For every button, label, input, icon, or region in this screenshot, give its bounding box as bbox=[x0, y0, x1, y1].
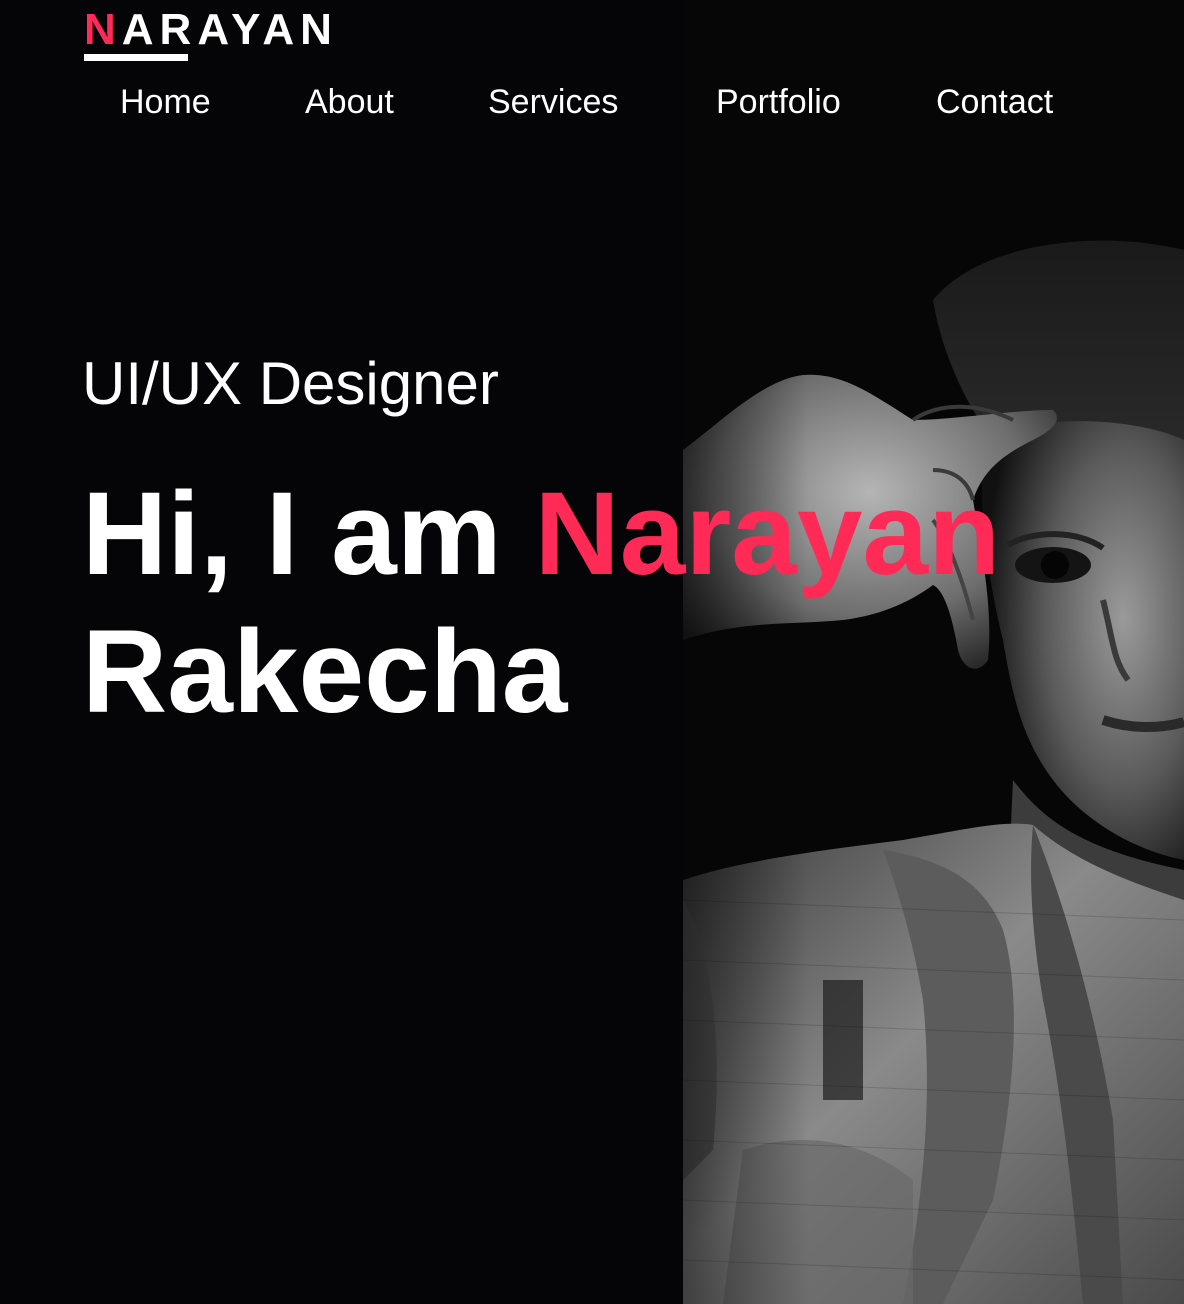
nav-link-services[interactable]: Services bbox=[488, 78, 618, 126]
nav-link-contact[interactable]: Contact bbox=[936, 78, 1053, 126]
logo-rest: ARAYAN bbox=[121, 5, 338, 54]
hero-first-name: Narayan bbox=[534, 468, 1001, 600]
main-nav: Home About Services Portfolio Contact bbox=[0, 78, 1184, 126]
site-logo[interactable]: NARAYAN bbox=[84, 8, 338, 64]
hero-headline: Hi, I am Narayan Rakecha bbox=[82, 465, 1162, 741]
logo-underline bbox=[84, 54, 188, 61]
logo-first-letter: N bbox=[84, 5, 122, 54]
page: NARAYAN Home About Services Portfolio Co… bbox=[0, 0, 1184, 1304]
nav-link-home[interactable]: Home bbox=[120, 78, 211, 126]
logo-text: NARAYAN bbox=[84, 8, 338, 52]
nav-link-about[interactable]: About bbox=[305, 78, 394, 126]
nav-link-portfolio[interactable]: Portfolio bbox=[716, 78, 841, 126]
hero-role: UI/UX Designer bbox=[82, 350, 499, 417]
hero-greeting: Hi, I am bbox=[82, 468, 502, 600]
hero-last-name: Rakecha bbox=[82, 606, 568, 738]
